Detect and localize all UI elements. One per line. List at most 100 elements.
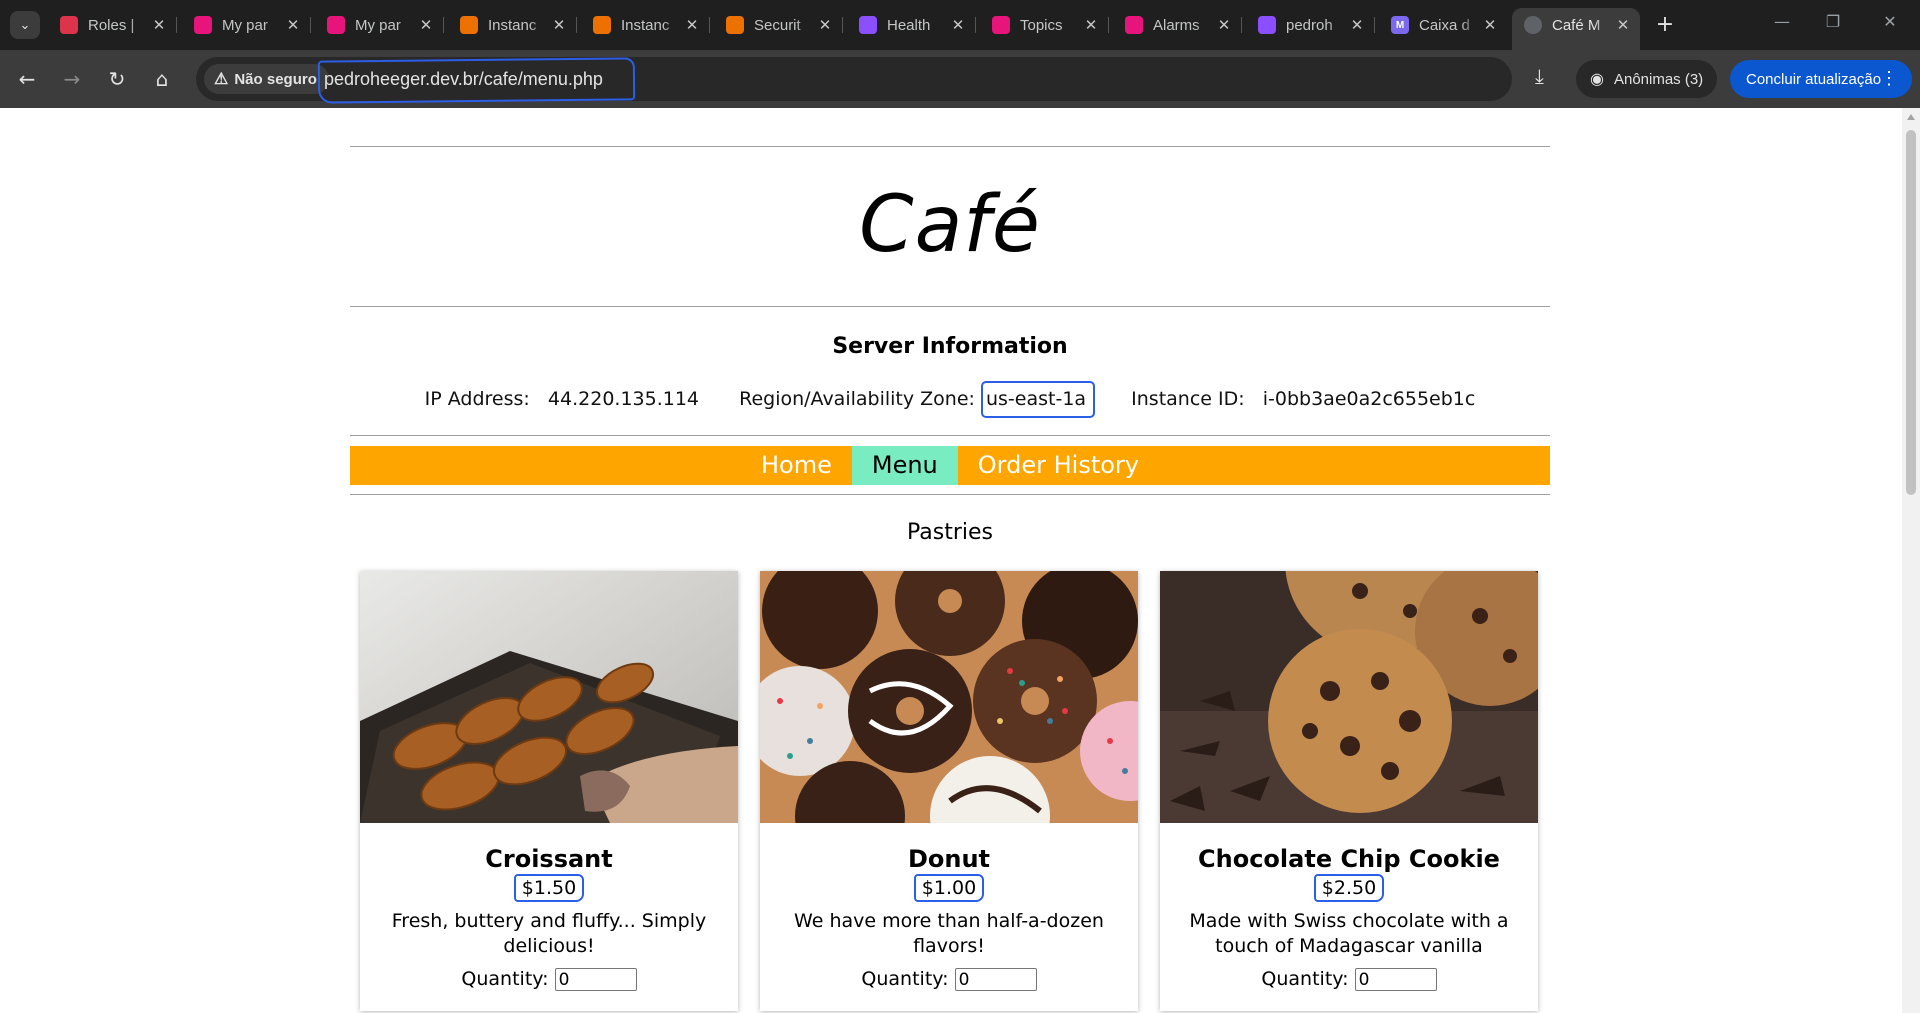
tab-topics[interactable]: Topics ✕	[980, 8, 1109, 42]
close-window-button[interactable]: ✕	[1870, 12, 1910, 31]
close-icon: ✕	[1883, 12, 1897, 31]
quantity-input[interactable]	[554, 968, 637, 991]
product-name: Donut	[907, 845, 991, 873]
close-icon[interactable]: ✕	[947, 16, 969, 34]
reload-button[interactable]: ↻	[102, 64, 132, 94]
aws-console-icon	[194, 16, 212, 34]
main-nav: Home Menu Order History	[350, 446, 1550, 485]
tab-title: Roles |	[88, 16, 135, 34]
warning-icon: ⚠	[214, 71, 229, 88]
incognito-button[interactable]: ◉ Anônimas (3)	[1576, 60, 1718, 98]
close-icon[interactable]: ✕	[1612, 16, 1634, 34]
tab-mailbox[interactable]: M Caixa d ✕	[1379, 8, 1507, 42]
divider	[350, 494, 1550, 495]
tab-pedroh[interactable]: pedroh ✕	[1246, 8, 1375, 42]
tab-roles[interactable]: Roles | ✕	[48, 8, 177, 42]
update-button[interactable]: Concluir atualização ⋮	[1730, 60, 1912, 98]
restore-icon: ❐	[1825, 12, 1841, 31]
tab-alarms[interactable]: Alarms ✕	[1113, 8, 1242, 42]
tab-security[interactable]: Securit ✕	[714, 8, 843, 42]
zone-value-wrapper: us-east-1a	[980, 381, 1096, 418]
tab-my-page-1[interactable]: My par ✕	[182, 8, 311, 42]
home-button[interactable]: ⌂	[147, 64, 177, 94]
close-icon[interactable]: ✕	[415, 16, 437, 34]
tab-health[interactable]: Health ✕	[847, 8, 976, 42]
close-icon[interactable]: ✕	[814, 16, 836, 34]
product-description: Fresh, buttery and fluffy... Simply deli…	[391, 910, 707, 957]
url-annotation	[317, 57, 636, 104]
product-name: Chocolate Chip Cookie	[1198, 845, 1500, 873]
close-icon[interactable]: ✕	[1080, 16, 1102, 34]
tab-instances-1[interactable]: Instanc ✕	[448, 8, 577, 42]
back-button[interactable]: ←	[12, 64, 42, 94]
nav-order-history[interactable]: Order History	[958, 446, 1159, 485]
mail-icon: M	[1391, 16, 1409, 34]
tab-cafe-menu[interactable]: Café M ✕	[1512, 8, 1640, 50]
nav-home[interactable]: Home	[741, 446, 852, 485]
close-icon[interactable]: ✕	[548, 16, 570, 34]
tab-strip: ⌄ Roles | ✕ My par ✕ My par ✕ Instanc ✕ …	[0, 0, 1920, 50]
section-title: Pastries	[906, 520, 993, 545]
minimize-button[interactable]: —	[1762, 12, 1802, 31]
update-label: Concluir atualização	[1746, 70, 1882, 88]
quantity-label: Quantity:	[461, 968, 549, 990]
tab-title: Topics	[1020, 16, 1063, 34]
site-info-button[interactable]: ⚠ Não seguro	[204, 64, 329, 94]
download-icon[interactable]: ⤓	[1535, 64, 1544, 88]
tab-title: Alarms	[1153, 16, 1200, 34]
tab-title: Café M	[1552, 16, 1601, 34]
instance-value: i-0bb3ae0a2c655eb1c	[1262, 388, 1476, 410]
tab-title: My par	[222, 16, 268, 34]
forward-button[interactable]: →	[57, 64, 87, 94]
incognito-label: Anônimas (3)	[1613, 70, 1704, 88]
close-icon[interactable]: ✕	[282, 16, 304, 34]
ip-label: IP Address:	[424, 388, 530, 410]
aws-ec2-icon	[460, 16, 478, 34]
close-icon[interactable]: ✕	[1479, 16, 1501, 34]
close-icon[interactable]: ✕	[148, 16, 170, 34]
aws-health-icon	[859, 16, 877, 34]
new-tab-button[interactable]: +	[1652, 12, 1678, 38]
globe-icon	[1524, 16, 1542, 34]
restore-button[interactable]: ❐	[1813, 12, 1853, 31]
browser-toolbar: ← → ↻ ⌂ ⚠ Não seguro pedroheeger.dev.br/…	[0, 50, 1920, 108]
product-description: We have more than half-a-dozen flavors!	[794, 910, 1104, 957]
tab-title: pedroh	[1286, 16, 1333, 34]
aws-iam-icon	[60, 16, 78, 34]
tab-search-button[interactable]: ⌄	[10, 11, 40, 39]
close-icon[interactable]: ✕	[681, 16, 703, 34]
divider	[350, 306, 1550, 307]
tab-instances-2[interactable]: Instanc ✕	[581, 8, 710, 42]
aws-cognito-icon	[1258, 16, 1276, 34]
home-icon: ⌂	[155, 67, 169, 91]
page-scrollbar[interactable]	[1902, 108, 1920, 1013]
donut-image	[760, 571, 1138, 823]
aws-sns-icon	[992, 16, 1010, 34]
scroll-up-icon[interactable]	[1907, 114, 1915, 120]
quantity-row: Quantity:	[1160, 968, 1538, 991]
quantity-input[interactable]	[954, 968, 1037, 991]
arrow-right-icon: →	[63, 67, 81, 91]
quantity-row: Quantity:	[360, 968, 738, 991]
nav-menu[interactable]: Menu	[851, 446, 958, 485]
aws-console-icon	[327, 16, 345, 34]
chevron-down-icon: ⌄	[19, 17, 31, 33]
quantity-row: Quantity:	[760, 968, 1138, 991]
cookie-image	[1160, 571, 1538, 823]
scrollbar-thumb[interactable]	[1906, 130, 1916, 495]
instance-label: Instance ID:	[1131, 388, 1245, 410]
close-icon[interactable]: ✕	[1346, 16, 1368, 34]
quantity-input[interactable]	[1354, 968, 1437, 991]
close-icon[interactable]: ✕	[1213, 16, 1235, 34]
plus-icon: +	[1655, 12, 1675, 37]
zone-label: Region/Availability Zone:	[739, 388, 975, 410]
quantity-label: Quantity:	[1261, 968, 1349, 990]
kebab-menu-icon[interactable]: ⋮	[1880, 68, 1898, 89]
page-viewport: Café Server Information IP Address: 44.2…	[0, 108, 1920, 1013]
tab-title: Caixa d	[1419, 16, 1470, 34]
product-card: Donut $1.00 We have more than half-a-doz…	[760, 571, 1138, 1011]
aws-cloudwatch-icon	[1125, 16, 1143, 34]
product-card: Croissant $1.50 Fresh, buttery and fluff…	[360, 571, 738, 1011]
address-bar[interactable]: ⚠ Não seguro pedroheeger.dev.br/cafe/men…	[196, 57, 1688, 104]
tab-my-page-2[interactable]: My par ✕	[315, 8, 444, 42]
